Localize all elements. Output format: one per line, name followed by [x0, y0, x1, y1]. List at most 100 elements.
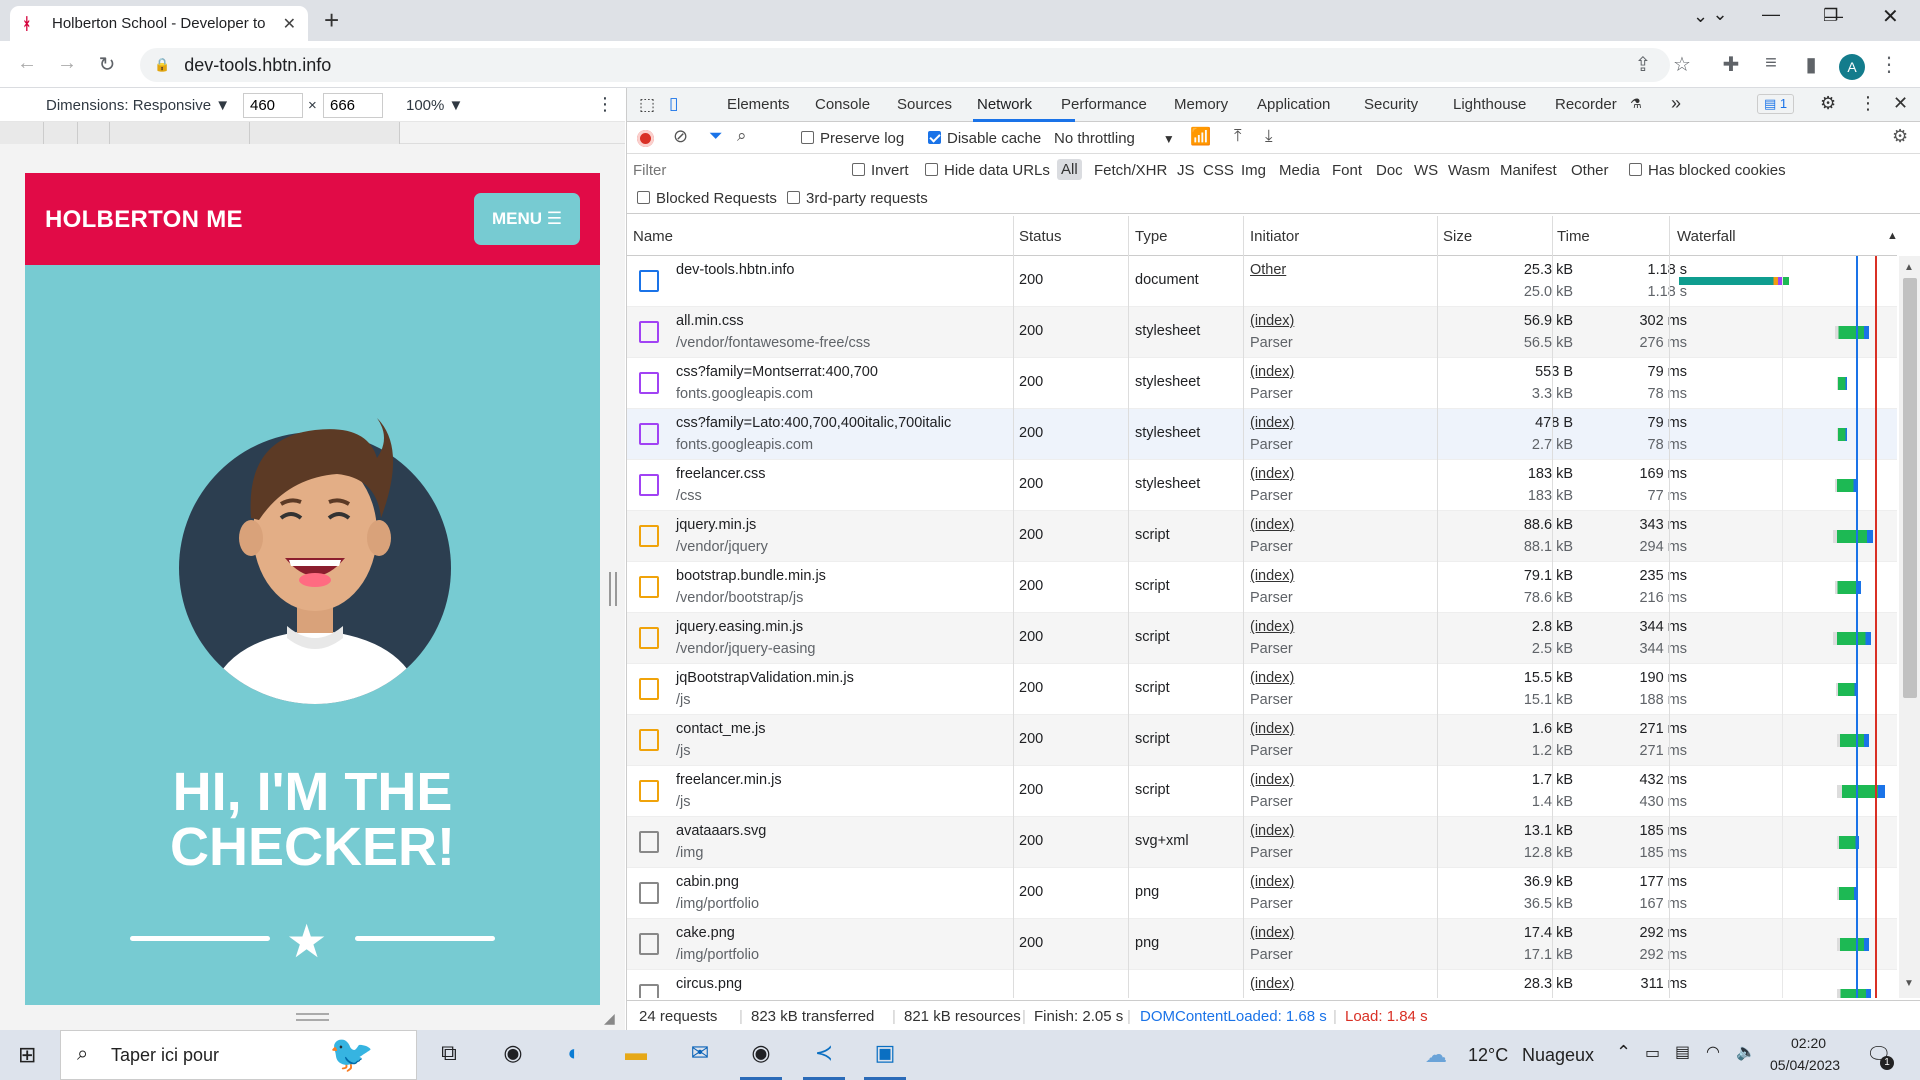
- hide-data-urls-checkbox[interactable]: Hide data URLs: [925, 162, 1050, 179]
- waterfall-bar[interactable]: [1837, 887, 1857, 900]
- waterfall-bar[interactable]: [1679, 277, 1789, 285]
- filter-type-font[interactable]: Font: [1332, 162, 1362, 179]
- site-brand[interactable]: HOLBERTON ME: [45, 206, 243, 234]
- request-initiator[interactable]: (index): [1250, 874, 1294, 890]
- waterfall-bar[interactable]: [1833, 530, 1873, 543]
- tab-recorder[interactable]: Recorder: [1555, 96, 1617, 113]
- table-row[interactable]: jquery.min.js/vendor/jquery 200 script (ind…: [627, 511, 1897, 562]
- request-initiator[interactable]: (index): [1250, 619, 1294, 635]
- column-waterfall[interactable]: Waterfall: [1677, 228, 1736, 245]
- media-control-icon[interactable]: ≡: [1758, 52, 1784, 75]
- request-initiator[interactable]: (index): [1250, 976, 1294, 992]
- table-row[interactable]: freelancer.min.js/js 200 script (index) Pars…: [627, 766, 1897, 817]
- url-text[interactable]: dev-tools.hbtn.info: [184, 55, 331, 76]
- taskbar-search-box[interactable]: ⌕ Taper ici pour 🐦: [60, 1030, 417, 1080]
- close-devtools-icon[interactable]: ✕: [1893, 93, 1908, 114]
- throttling-dropdown[interactable]: No throttling ▼: [1054, 130, 1175, 147]
- checkbox-box[interactable]: [852, 163, 865, 176]
- preserve-log-checkbox[interactable]: Preserve log: [801, 130, 904, 147]
- request-initiator[interactable]: (index): [1250, 670, 1294, 686]
- filter-type-css[interactable]: CSS: [1203, 162, 1234, 179]
- mail-app-icon[interactable]: ✉: [684, 1040, 716, 1070]
- checkbox-box[interactable]: [637, 191, 650, 204]
- clear-icon[interactable]: ⊘: [673, 126, 688, 147]
- devtools-menu-icon[interactable]: ⋮: [1859, 93, 1877, 114]
- column-name[interactable]: Name: [633, 228, 673, 245]
- chevron-down-icon[interactable]: ⌄: [1693, 6, 1708, 27]
- tab-memory[interactable]: Memory: [1174, 96, 1228, 113]
- waterfall-bar[interactable]: [1835, 326, 1869, 339]
- wifi-icon[interactable]: ◠: [1706, 1042, 1720, 1062]
- record-button[interactable]: [637, 130, 654, 147]
- profile-avatar[interactable]: A: [1839, 54, 1865, 80]
- search-icon[interactable]: ⌕: [737, 126, 747, 146]
- network-conditions-icon[interactable]: 📶: [1190, 127, 1211, 147]
- table-row[interactable]: jqBootstrapValidation.min.js/js 200 script…: [627, 664, 1897, 715]
- request-initiator[interactable]: (index): [1250, 925, 1294, 941]
- request-initiator[interactable]: (index): [1250, 466, 1294, 482]
- blocked-requests-checkbox[interactable]: Blocked Requests: [637, 190, 777, 207]
- filter-type-doc[interactable]: Doc: [1376, 162, 1403, 179]
- issues-badge[interactable]: ▤ 1: [1757, 94, 1795, 114]
- height-input[interactable]: [323, 93, 383, 118]
- ruler-segment[interactable]: [0, 122, 44, 144]
- window-close-button[interactable]: ✕: [1882, 4, 1899, 29]
- task-view-icon[interactable]: ⧉: [433, 1040, 465, 1070]
- column-initiator[interactable]: Initiator: [1250, 228, 1299, 245]
- new-tab-button[interactable]: +: [324, 5, 339, 36]
- third-party-checkbox[interactable]: 3rd-party requests: [787, 190, 928, 207]
- waterfall-bar[interactable]: [1837, 989, 1871, 998]
- filter-type-manifest[interactable]: Manifest: [1500, 162, 1557, 179]
- taskbar-search-placeholder[interactable]: Taper ici pour: [111, 1045, 219, 1066]
- checkbox-box[interactable]: [925, 163, 938, 176]
- network-settings-gear-icon[interactable]: ⚙: [1892, 126, 1908, 147]
- checkbox-box[interactable]: [787, 191, 800, 204]
- side-panel-icon[interactable]: ▮: [1798, 52, 1824, 77]
- tab-lighthouse[interactable]: Lighthouse: [1453, 96, 1526, 113]
- chrome-menu-icon[interactable]: ⋮: [1876, 52, 1902, 77]
- table-row[interactable]: contact_me.js/js 200 script (index) Parser 1.…: [627, 715, 1897, 766]
- has-blocked-cookies-checkbox[interactable]: Has blocked cookies: [1629, 162, 1786, 179]
- file-explorer-icon[interactable]: ▬: [620, 1040, 652, 1070]
- table-row[interactable]: circus.png (index) 28.3 kB 311 ms: [627, 970, 1897, 998]
- request-initiator[interactable]: (index): [1250, 823, 1294, 839]
- request-initiator[interactable]: (index): [1250, 568, 1294, 584]
- waterfall-bar[interactable]: [1835, 479, 1857, 492]
- bookmark-star-icon[interactable]: ☆: [1669, 52, 1695, 77]
- waterfall-bar[interactable]: [1837, 428, 1847, 441]
- vscode-app-icon[interactable]: ≺: [803, 1040, 845, 1080]
- viewport-splitter[interactable]: [609, 572, 617, 606]
- filter-input[interactable]: [633, 159, 838, 181]
- table-row[interactable]: bootstrap.bundle.min.js/vendor/bootstrap…: [627, 562, 1897, 613]
- request-initiator[interactable]: (index): [1250, 772, 1294, 788]
- waterfall-bar[interactable]: [1837, 938, 1869, 951]
- export-har-icon[interactable]: ⤓: [1265, 126, 1273, 146]
- taskbar-clock-date[interactable]: 05/04/2023: [1770, 1057, 1840, 1073]
- device-toggle-icon[interactable]: ▯: [669, 94, 678, 114]
- table-row[interactable]: css?family=Montserrat:400,700 fonts.googl…: [627, 358, 1897, 409]
- column-size[interactable]: Size: [1443, 228, 1472, 245]
- browser-tab[interactable]: ᚼ Holberton School - Developer to ✕: [10, 6, 308, 41]
- request-initiator[interactable]: (index): [1250, 313, 1294, 329]
- onedrive-icon[interactable]: ▤: [1675, 1042, 1690, 1062]
- ruler-segment[interactable]: [110, 122, 250, 144]
- table-row[interactable]: dev-tools.hbtn.info 200 document Other 25.3 …: [627, 256, 1897, 307]
- tab-console[interactable]: Console: [815, 96, 870, 113]
- request-initiator[interactable]: (index): [1250, 364, 1294, 380]
- filter-type-fetch-xhr[interactable]: Fetch/XHR: [1094, 162, 1167, 179]
- request-initiator[interactable]: Other: [1250, 262, 1286, 278]
- settings-gear-icon[interactable]: ⚙: [1820, 93, 1836, 114]
- filter-type-img[interactable]: Img: [1241, 162, 1266, 179]
- menu-button[interactable]: MENU ☰: [474, 193, 580, 245]
- inspect-element-icon[interactable]: ⬚: [639, 95, 655, 115]
- column-time[interactable]: Time: [1557, 228, 1590, 245]
- table-row[interactable]: css?family=Lato:400,700,400italic,700ita…: [627, 409, 1897, 460]
- tab-elements[interactable]: Elements: [727, 96, 790, 113]
- corner-resize-icon[interactable]: ◢: [604, 1010, 615, 1027]
- scroll-down-arrow-icon[interactable]: ▼: [1904, 978, 1914, 989]
- filter-type-ws[interactable]: WS: [1414, 162, 1438, 179]
- filter-type-js[interactable]: JS: [1177, 162, 1195, 179]
- column-status[interactable]: Status: [1019, 228, 1062, 245]
- back-arrow-icon[interactable]: ←: [14, 52, 40, 75]
- filter-type-other[interactable]: Other: [1571, 162, 1609, 179]
